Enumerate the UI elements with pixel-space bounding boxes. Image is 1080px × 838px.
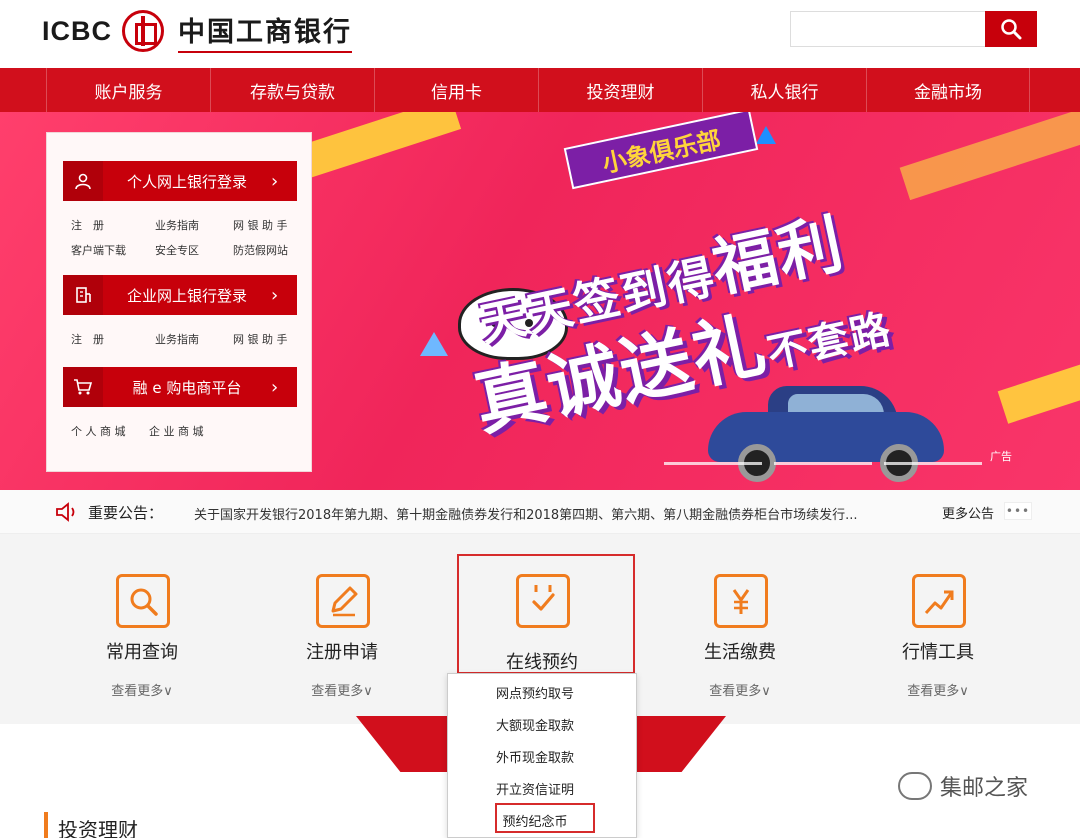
notice-link[interactable]: 关于国家开发银行2018年第九期、第十期金融债券发行和2018第四期、第六期、第… [194,504,894,523]
link-corporate-mall[interactable]: 企 业 商 城 [149,423,239,439]
cart-icon [63,367,103,407]
banner-decoration [997,354,1080,424]
dropdown-item-credit-cert[interactable]: 开立资信证明 [448,772,638,804]
search-input[interactable] [790,11,986,47]
service-label: 注册申请 [306,642,378,663]
search-icon [1001,19,1022,40]
chevron-right-icon: › [271,284,279,306]
nav-item-private-banking[interactable]: 私人银行 [702,68,866,112]
service-payment[interactable]: 生活缴费 查看更多∨ [670,534,810,714]
notice-title: 重要公告： [88,504,164,522]
wechat-icon [898,772,932,800]
main-nav: 账户服务 存款与贷款 信用卡 投资理财 私人银行 金融市场 [0,68,1080,112]
link-guide[interactable]: 业务指南 [155,217,233,233]
link-client-download[interactable]: 客户端下载 [71,242,155,258]
service-more-link[interactable]: 查看更多∨ [72,680,212,699]
nav-item-account[interactable]: 账户服务 [46,68,210,112]
trend-chart-icon [912,574,966,628]
service-label: 行情工具 [902,642,974,663]
link-register[interactable]: 注 册 [71,217,155,233]
nav-item-deposit-loan[interactable]: 存款与贷款 [210,68,374,112]
search-button[interactable] [985,11,1037,47]
ad-tag: 广告 [990,450,1012,463]
highlight-frame [495,803,595,833]
carousel-indicators[interactable] [664,462,982,465]
carousel-dot[interactable] [884,462,982,465]
bank-logo[interactable]: ICBC 中国工商银行 [42,9,352,53]
carousel-dot[interactable] [774,462,872,465]
banner-decoration [288,112,462,182]
carousel-dot[interactable] [664,462,762,465]
link-guide[interactable]: 业务指南 [155,331,233,347]
banner-decoration [420,332,448,356]
user-icon [63,161,103,201]
corporate-links: 注 册 业务指南 网 银 助 手 [71,331,313,347]
service-label: 常用查询 [106,642,178,663]
service-register[interactable]: 注册申请 查看更多∨ [272,534,412,714]
ecommerce-label: 融 e 购电商平台 [132,378,242,397]
watermark-text: 集邮之家 [940,776,1029,801]
yen-icon [714,574,768,628]
dropdown-item-large-cash[interactable]: 大额现金取款 [448,708,638,740]
highlight-frame [457,554,635,674]
speaker-icon [56,502,75,522]
more-dots-icon[interactable]: ••• [1004,502,1032,520]
link-personal-mall[interactable]: 个 人 商 城 [71,423,149,439]
dropdown-item-branch-queue[interactable]: 网点预约取号 [448,676,638,708]
corporate-login-button[interactable]: 企业网上银行登录 › [63,275,297,315]
ecommerce-button[interactable]: 融 e 购电商平台 › [63,367,297,407]
dropdown-item-foreign-cash[interactable]: 外币现金取款 [448,740,638,772]
banner-decoration [756,126,776,144]
nav-item-credit-card[interactable]: 信用卡 [374,68,538,112]
car-image [708,382,944,482]
section-accent [44,812,48,838]
service-more-link[interactable]: 查看更多∨ [868,680,1008,699]
personal-links: 注 册 业务指南 网 银 助 手 客户端下载 安全专区 防范假网站 [71,217,313,258]
service-more-link[interactable]: 查看更多∨ [670,680,810,699]
search-doc-icon [116,574,170,628]
notice-bar: 重要公告： 关于国家开发银行2018年第九期、第十期金融债券发行和2018第四期… [0,490,1080,534]
page: ICBC 中国工商银行 账户服务 存款与贷款 信用卡 投资理财 私人银行 金融市… [0,0,1080,838]
personal-login-label: 个人网上银行登录 [126,172,247,191]
section-title: 投资理财 [58,818,138,838]
link-security[interactable]: 安全专区 [155,242,233,258]
chevron-right-icon: › [271,376,279,398]
chevron-right-icon: › [271,170,279,192]
nav-item-financial-market[interactable]: 金融市场 [866,68,1030,112]
icbc-emblem-icon [122,10,164,52]
building-icon [63,275,103,315]
service-more-link[interactable]: 查看更多∨ [272,680,412,699]
banner-club-label: 小象俱乐部 [563,112,759,190]
link-anti-fraud[interactable]: 防范假网站 [233,242,313,258]
more-notices-link[interactable]: 更多公告 [942,503,994,522]
logo-text-en: ICBC [42,15,112,46]
logo-text-cn: 中国工商银行 [178,10,352,53]
edit-icon [316,574,370,628]
link-register[interactable]: 注 册 [71,331,155,347]
service-label: 生活缴费 [704,642,776,663]
banner-decoration [899,112,1080,201]
ecommerce-links: 个 人 商 城 企 业 商 城 [71,423,239,439]
link-assistant[interactable]: 网 银 助 手 [233,331,313,347]
personal-login-button[interactable]: 个人网上银行登录 › [63,161,297,201]
login-panel: 个人网上银行登录 › 注 册 业务指南 网 银 助 手 客户端下载 安全专区 防… [46,132,312,472]
watermark: 集邮之家 [898,770,1028,802]
service-market-tools[interactable]: 行情工具 查看更多∨ [868,534,1008,714]
service-query[interactable]: 常用查询 查看更多∨ [72,534,212,714]
nav-item-investment[interactable]: 投资理财 [538,68,702,112]
corporate-login-label: 企业网上银行登录 [126,286,247,305]
slogan-tail: 不套路 [763,306,897,378]
link-assistant[interactable]: 网 银 助 手 [233,217,313,233]
header: ICBC 中国工商银行 [0,0,1080,68]
